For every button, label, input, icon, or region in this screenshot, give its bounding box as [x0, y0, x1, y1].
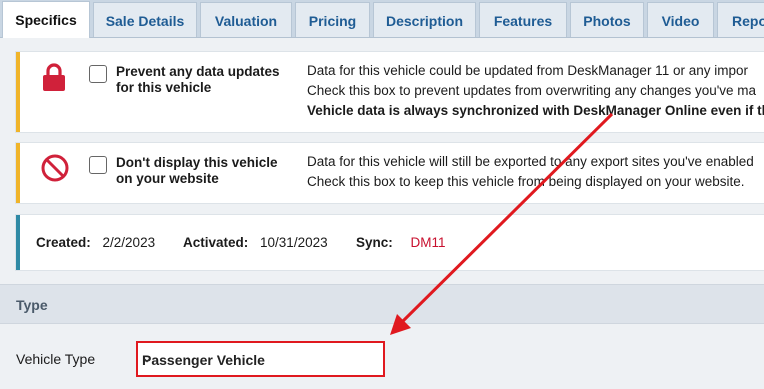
prevent-updates-desc-1: Data for this vehicle could be updated f… — [307, 63, 748, 78]
dont-display-desc-2: Check this box to keep this vehicle from… — [307, 174, 745, 189]
created-value: 2/2/2023 — [102, 235, 156, 250]
dont-display-checkbox[interactable] — [89, 156, 107, 174]
tab-specifics[interactable]: Specifics — [2, 1, 90, 38]
tab-valuation[interactable]: Valuation — [200, 2, 292, 37]
lock-icon — [40, 62, 68, 97]
tab-photos[interactable]: Photos — [570, 2, 644, 37]
dont-display-desc-1: Data for this vehicle will still be expo… — [307, 154, 754, 169]
tab-reports[interactable]: Repo — [717, 2, 764, 37]
prevent-updates-desc-3: Vehicle data is always synchronized with… — [307, 103, 764, 118]
tab-description[interactable]: Description — [373, 2, 476, 37]
no-icon — [40, 153, 70, 188]
tab-features[interactable]: Features — [479, 2, 567, 37]
activated-label: Activated: — [183, 235, 249, 250]
dont-display-card: Don't display this vehicle on your websi… — [16, 143, 764, 203]
type-section-header: Type — [0, 284, 764, 324]
prevent-updates-label: Prevent any data updates for this vehicl… — [116, 64, 280, 95]
tab-video[interactable]: Video — [647, 2, 714, 37]
prevent-updates-desc-2: Check this box to prevent updates from o… — [307, 83, 757, 98]
dont-display-label: Don't display this vehicle on your websi… — [116, 155, 278, 186]
vehicle-type-select[interactable]: Passenger Vehicle ⌄ — [136, 341, 385, 377]
chevron-down-icon: ⌄ — [142, 351, 153, 365]
created-label: Created: — [36, 235, 91, 250]
tab-bar: Specifics Sale Details Valuation Pricing… — [0, 0, 764, 38]
prevent-updates-checkbox[interactable] — [89, 65, 107, 83]
vehicle-type-label: Vehicle Type — [16, 351, 96, 367]
prevent-updates-card: Prevent any data updates for this vehicl… — [16, 52, 764, 132]
tab-pricing[interactable]: Pricing — [295, 2, 370, 37]
activated-value: 10/31/2023 — [260, 235, 328, 250]
tab-sale-details[interactable]: Sale Details — [93, 2, 197, 37]
vehicle-meta-card: Created: 2/2/2023 Activated: 10/31/2023 … — [16, 215, 764, 270]
sync-value: DM11 — [410, 235, 446, 250]
sync-label: Sync: — [356, 235, 393, 250]
type-section-title: Type — [16, 297, 48, 313]
